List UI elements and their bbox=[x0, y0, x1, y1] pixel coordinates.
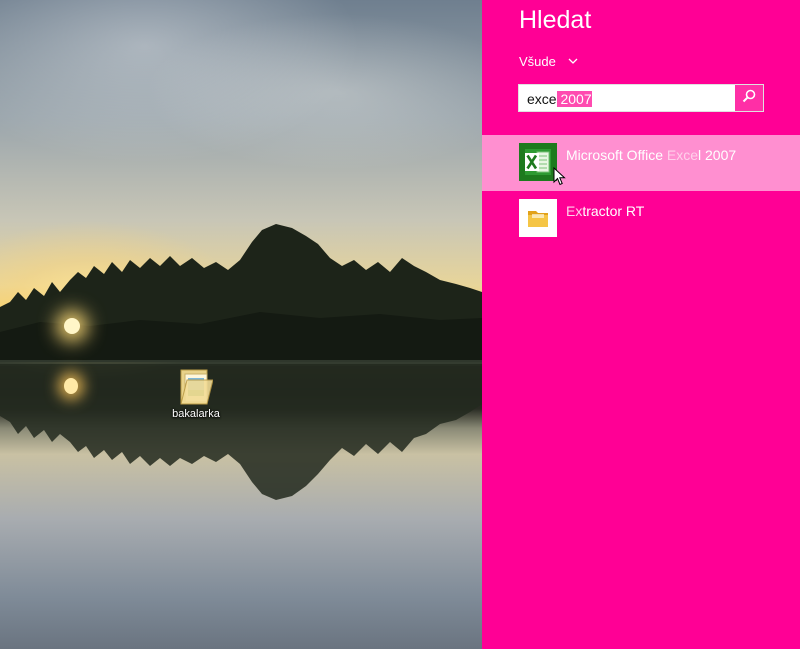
desktop-icon-label: bakalarka bbox=[172, 408, 220, 420]
clouds bbox=[0, 0, 482, 230]
charm-title: Hledat bbox=[519, 6, 592, 34]
search-typed-text: exce bbox=[527, 91, 557, 107]
search-result-label: Microsoft Office Excel 2007 bbox=[566, 147, 736, 163]
search-autocomplete-text: 2007 bbox=[556, 91, 592, 107]
excel-icon bbox=[519, 143, 557, 181]
result-label-match: Ex bbox=[566, 203, 583, 219]
mouse-cursor-icon bbox=[553, 166, 566, 191]
treeline bbox=[0, 224, 482, 362]
desktop-wallpaper: bakalarka bbox=[0, 0, 482, 649]
result-label-match: Exce bbox=[666, 147, 699, 163]
search-input[interactable]: exce 2007 bbox=[518, 84, 764, 112]
result-label-suffix: tractor RT bbox=[582, 203, 645, 219]
folder-icon bbox=[179, 366, 214, 406]
sun bbox=[64, 318, 80, 334]
search-scope-label: Všude bbox=[519, 54, 556, 69]
search-icon bbox=[742, 89, 756, 108]
result-label-prefix: Microsoft Office bbox=[566, 147, 667, 163]
chevron-down-icon bbox=[568, 56, 578, 67]
search-scope-dropdown[interactable]: Všude bbox=[519, 54, 578, 69]
search-button[interactable] bbox=[735, 85, 763, 111]
search-result-label: Extractor RT bbox=[566, 203, 644, 219]
result-label-suffix: l 2007 bbox=[698, 147, 737, 163]
search-charm-panel: Hledat Všude exce 2007 Microsoft Office … bbox=[482, 0, 800, 649]
sun-reflection bbox=[64, 378, 78, 394]
search-input-text: exce 2007 bbox=[527, 91, 592, 107]
search-result-extractor[interactable]: Extractor RT bbox=[482, 191, 800, 247]
desktop-icon-bakalarka[interactable]: bakalarka bbox=[166, 366, 226, 420]
folder-icon bbox=[519, 199, 557, 237]
search-result-excel[interactable]: Microsoft Office Excel 2007 bbox=[482, 135, 800, 191]
